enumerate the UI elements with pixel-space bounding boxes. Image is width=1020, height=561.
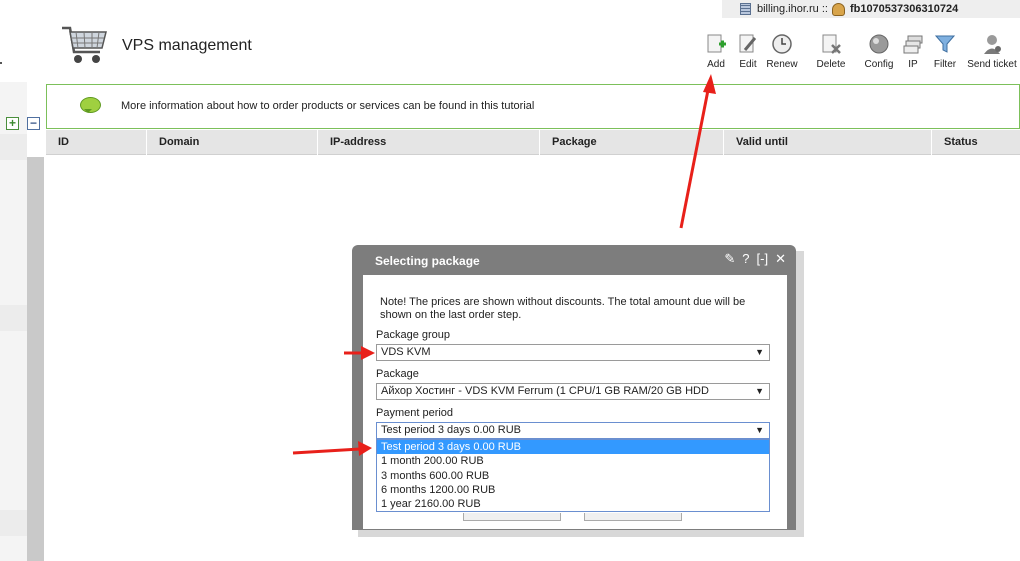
payment-period-value: Test period 3 days 0.00 RUB	[381, 424, 522, 436]
shopping-cart-icon	[62, 26, 107, 63]
package-group-value: VDS KVM	[381, 346, 431, 358]
left-tree-panel	[0, 82, 27, 561]
expand-all-button[interactable]: +	[6, 117, 19, 130]
network-cards-icon	[903, 35, 923, 54]
ip-button-label: IP	[908, 59, 918, 70]
dropdown-option[interactable]: Test period 3 days 0.00 RUB	[377, 440, 769, 455]
table-header: ID Domain IP-address Package Valid until…	[46, 130, 1020, 155]
user-icon	[831, 2, 845, 16]
add-button-label: Add	[707, 59, 725, 70]
column-header-ip-address[interactable]: IP-address	[318, 130, 540, 155]
edit-document-icon	[739, 34, 757, 53]
billing-host[interactable]: billing.ihor.ru ::	[757, 3, 828, 15]
collapse-all-button[interactable]: −	[27, 117, 40, 130]
funnel-icon	[934, 35, 956, 53]
dropdown-option[interactable]: 1 year 2160.00 RUB	[377, 497, 769, 511]
package-value: Айхор Хостинг - VDS KVM Ferrum (1 CPU/1 …	[381, 385, 709, 397]
dropdown-option[interactable]: 1 month 200.00 RUB	[377, 454, 769, 468]
billing-calculator-icon	[740, 3, 751, 15]
delete-button[interactable]: Delete	[811, 33, 851, 70]
vertical-scrollbar[interactable]	[27, 157, 44, 561]
add-document-icon	[707, 34, 726, 53]
chevron-down-icon: ▼	[752, 384, 764, 399]
renew-button-label: Renew	[766, 59, 798, 70]
delete-button-label: Delete	[816, 59, 846, 70]
column-header-status[interactable]: Status	[932, 130, 1020, 155]
dialog-title: Selecting package	[375, 254, 480, 268]
close-icon[interactable]: ✕	[775, 251, 786, 267]
column-header-package[interactable]: Package	[540, 130, 724, 155]
chevron-down-icon: ▼	[755, 425, 764, 435]
delete-document-icon	[822, 34, 841, 54]
tree-row[interactable]	[0, 305, 27, 331]
column-header-domain[interactable]: Domain	[147, 130, 318, 155]
package-label: Package	[376, 368, 419, 380]
payment-period-dropdown: Test period 3 days 0.00 RUB 1 month 200.…	[376, 439, 770, 512]
info-tutorial-link[interactable]: More information about how to order prod…	[121, 100, 534, 112]
tree-row[interactable]	[0, 134, 27, 160]
config-ball-icon	[869, 34, 889, 54]
dropdown-option[interactable]: 3 months 600.00 RUB	[377, 469, 769, 483]
filter-button[interactable]: Filter	[925, 33, 965, 70]
dialog-cancel-button[interactable]	[584, 513, 682, 521]
chevron-down-icon: ▼	[755, 347, 764, 357]
dialog-body: Note! The prices are shown without disco…	[363, 275, 787, 529]
package-group-label: Package group	[376, 329, 450, 341]
column-header-valid-until[interactable]: Valid until	[724, 130, 932, 155]
dialog-controls: ✎ ? [-] ✕	[724, 251, 786, 267]
info-banner: More information about how to order prod…	[46, 84, 1020, 129]
clock-icon	[772, 34, 792, 54]
maximize-icon[interactable]: [-]	[757, 251, 769, 267]
pin-icon[interactable]: ✎	[724, 251, 735, 267]
tree-row[interactable]	[0, 510, 27, 536]
account-id[interactable]: fb1070537306310724	[850, 3, 958, 15]
renew-button[interactable]: Renew	[762, 33, 802, 70]
support-agent-icon	[984, 35, 1001, 54]
column-header-id[interactable]: ID	[46, 130, 147, 155]
price-note: Note! The prices are shown without disco…	[380, 296, 746, 321]
config-button-label: Config	[864, 59, 894, 70]
left-edge-marker	[0, 62, 2, 64]
send-ticket-button-label: Send ticket	[967, 59, 1017, 70]
payment-period-label: Payment period	[376, 407, 454, 419]
package-select[interactable]: Айхор Хостинг - VDS KVM Ferrum (1 CPU/1 …	[376, 383, 770, 400]
edit-button-label: Edit	[739, 59, 757, 70]
help-icon[interactable]: ?	[742, 251, 749, 267]
dialog-ok-button[interactable]	[463, 513, 561, 521]
filter-button-label: Filter	[933, 59, 957, 70]
selecting-package-dialog: Selecting package ✎ ? [-] ✕ Note! The pr…	[352, 245, 796, 530]
speech-bubble-icon	[80, 97, 101, 113]
send-ticket-button[interactable]: Send ticket	[967, 33, 1017, 70]
package-group-select[interactable]: VDS KVM ▼	[376, 344, 770, 361]
dropdown-option[interactable]: 6 months 1200.00 RUB	[377, 483, 769, 497]
account-bar: billing.ihor.ru :: fb1070537306310724	[722, 0, 1020, 18]
payment-period-select[interactable]: Test period 3 days 0.00 RUB ▼	[376, 422, 770, 439]
page-title: VPS management	[122, 37, 252, 54]
